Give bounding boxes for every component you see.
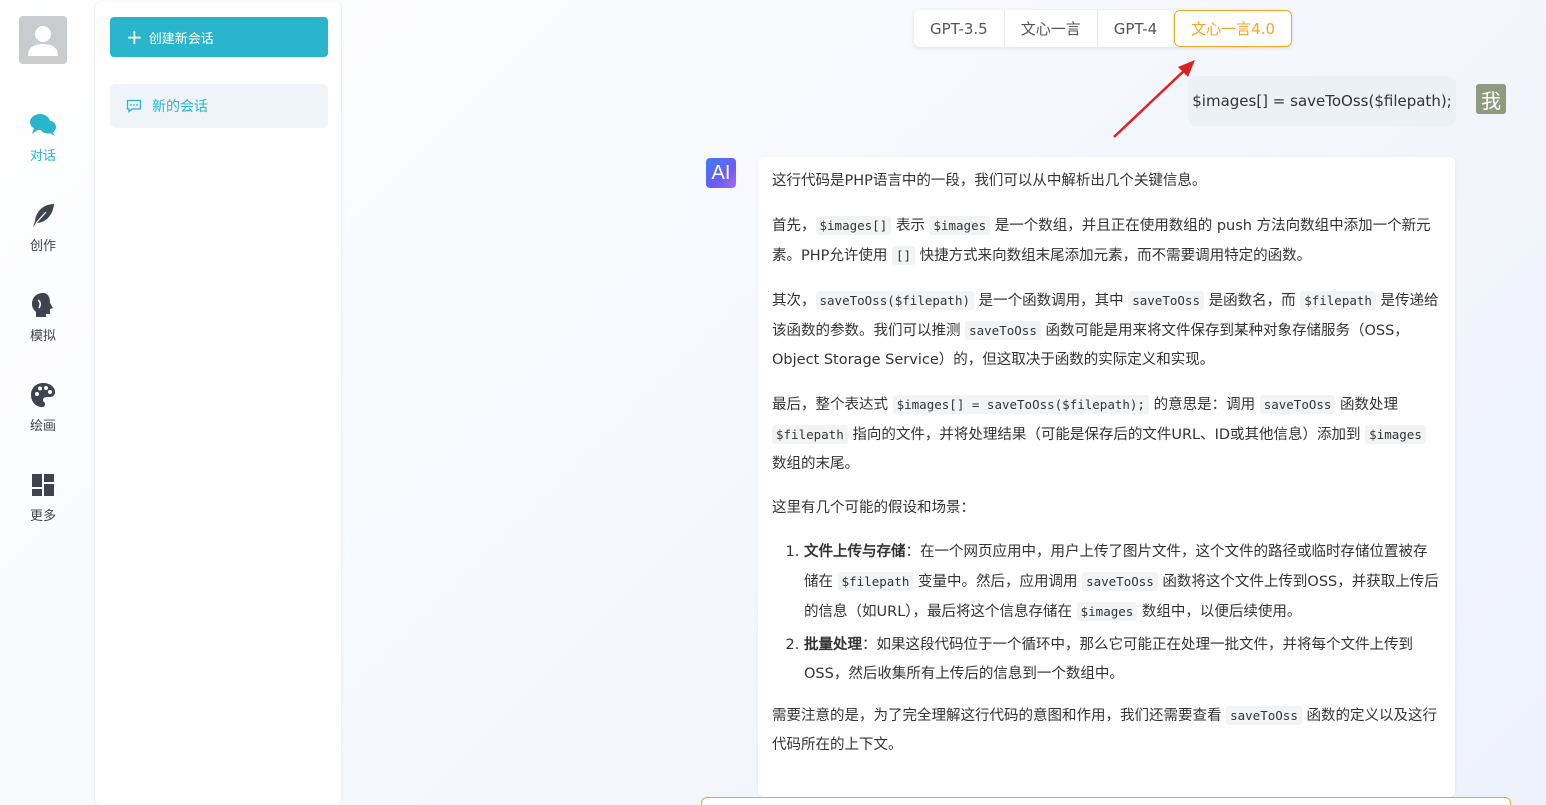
inline-code: $filepath bbox=[1300, 291, 1376, 310]
text-span: 是一个函数调用，其中 bbox=[974, 293, 1129, 309]
nav-item-simulate[interactable]: 模拟 bbox=[0, 272, 86, 362]
chat-bubbles-icon bbox=[29, 111, 57, 139]
text-span: 最后，整个表达式 bbox=[772, 397, 893, 413]
feather-icon bbox=[29, 201, 57, 229]
palette-icon bbox=[29, 381, 57, 409]
inline-code: saveToOss bbox=[1226, 706, 1302, 725]
message-icon bbox=[126, 99, 142, 113]
ai-paragraph: 这里有几个可能的假设和场景： bbox=[772, 500, 975, 516]
nav-label-create: 创作 bbox=[29, 238, 56, 254]
list-item: 批量处理：如果这段代码位于一个循环中，那么它可能正在处理一批文件，并将每个文件上… bbox=[804, 631, 1441, 689]
ai-paragraph: 首先， $images[] 表示 $images 是一个数组，并且正在使用数组的 … bbox=[772, 211, 1441, 271]
ai-paragraph: 这行代码是PHP语言中的一段，我们可以从中解析出几个关键信息。 bbox=[772, 173, 1207, 189]
inline-code: saveToOss($filepath) bbox=[815, 291, 975, 310]
nav-label-more: 更多 bbox=[29, 508, 56, 524]
ai-message-bubble: 这行代码是PHP语言中的一段，我们可以从中解析出几个关键信息。 首先， $imag… bbox=[758, 157, 1455, 797]
inline-code: [] bbox=[892, 246, 916, 265]
text-span: 数组的末尾。 bbox=[772, 456, 859, 472]
create-session-button[interactable]: + 创建新会话 bbox=[110, 17, 328, 57]
nav-item-create[interactable]: 创作 bbox=[0, 182, 86, 272]
message-input[interactable] bbox=[701, 797, 1511, 805]
tab-wenxin[interactable]: 文心一言 bbox=[1005, 10, 1098, 47]
nav-item-chat[interactable]: 对话 bbox=[0, 92, 86, 182]
text-span: 首先， bbox=[772, 218, 816, 234]
text-span: 的意思是：调用 bbox=[1148, 397, 1260, 413]
tab-wenxin-4[interactable]: 文心一言4.0 bbox=[1174, 10, 1293, 47]
text-span: 其次， bbox=[772, 293, 816, 309]
ai-paragraph: 其次， saveToOss($filepath) 是一个函数调用，其中 saveT… bbox=[772, 286, 1441, 375]
ai-paragraph: 需要注意的是，为了完全理解这行代码的意图和作用，我们还需要查看 saveToOs… bbox=[772, 701, 1441, 760]
inline-code: $images[] = saveToOss($filepath); bbox=[892, 395, 1149, 414]
nav-item-draw[interactable]: 绘画 bbox=[0, 362, 86, 452]
text-span: 函数处理 bbox=[1335, 397, 1399, 413]
plus-icon: + bbox=[126, 25, 143, 49]
inline-code: $filepath bbox=[837, 572, 914, 591]
text-span: 是函数名，而 bbox=[1203, 293, 1301, 309]
user-avatar: 我 bbox=[1476, 84, 1506, 114]
ai-paragraph: 最后，整个表达式 $images[] = saveToOss($filepath… bbox=[772, 390, 1441, 479]
nav-item-more[interactable]: 更多 bbox=[0, 452, 86, 542]
inline-code: $filepath bbox=[772, 425, 848, 444]
inline-code: $images[] bbox=[815, 216, 892, 235]
text-span: 变量中。然后，应用调用 bbox=[913, 574, 1083, 590]
user-avatar-icon[interactable] bbox=[19, 16, 67, 64]
text-span: 数组中，以便后续使用。 bbox=[1137, 604, 1302, 620]
head-profile-icon bbox=[29, 291, 57, 319]
inline-code: saveToOss bbox=[1082, 572, 1158, 591]
inline-code: $images bbox=[1076, 602, 1138, 621]
text-span: 快捷方式来向数组末尾添加元素，而不需要调用特定的函数。 bbox=[915, 248, 1312, 264]
session-item[interactable]: 新的会话 bbox=[110, 84, 328, 128]
session-item-label: 新的会话 bbox=[152, 99, 208, 115]
left-nav: 对话 创作 模拟 绘画 更多 bbox=[0, 0, 86, 805]
list-item: 文件上传与存储：在一个网页应用中，用户上传了图片文件，这个文件的路径或临时存储位… bbox=[804, 538, 1441, 627]
sessions-panel: + 创建新会话 新的会话 bbox=[94, 2, 342, 805]
text-span: 指向的文件，并将处理结果（可能是保存后的文件URL、ID或其他信息）添加到 bbox=[847, 427, 1366, 443]
list-item-title: 文件上传与存储 bbox=[804, 544, 906, 560]
inline-code: saveToOss bbox=[1128, 291, 1204, 310]
inline-code: $images bbox=[929, 216, 991, 235]
ai-list: 文件上传与存储：在一个网页应用中，用户上传了图片文件，这个文件的路径或临时存储位… bbox=[772, 538, 1441, 689]
user-message-bubble: $images[] = saveToOss($filepath); bbox=[1188, 76, 1456, 126]
text-span: 需要注意的是，为了完全理解这行代码的意图和作用，我们还需要查看 bbox=[772, 708, 1227, 724]
inline-code: $images bbox=[1365, 425, 1426, 444]
model-selector: GPT-3.5 文心一言 GPT-4 文心一言4.0 bbox=[914, 10, 1293, 47]
create-session-label: 创建新会话 bbox=[148, 31, 214, 47]
inline-code: saveToOss bbox=[1259, 395, 1336, 414]
text-span: 表示 bbox=[891, 218, 930, 234]
nav-label-draw: 绘画 bbox=[29, 418, 56, 434]
inline-code: saveToOss bbox=[965, 321, 1041, 340]
tab-gpt-4[interactable]: GPT-4 bbox=[1098, 10, 1175, 47]
tab-gpt-3-5[interactable]: GPT-3.5 bbox=[914, 10, 1005, 47]
text-span: ：如果这段代码位于一个循环中，那么它可能正在处理一批文件，并将每个文件上传到OS… bbox=[804, 637, 1413, 682]
list-item-title: 批量处理 bbox=[804, 637, 862, 653]
grid-icon bbox=[29, 471, 57, 499]
nav-label-simulate: 模拟 bbox=[29, 328, 56, 344]
ai-avatar: AI bbox=[706, 158, 736, 188]
user-message-text: $images[] = saveToOss($filepath); bbox=[1192, 92, 1452, 110]
nav-label-chat: 对话 bbox=[29, 148, 56, 164]
